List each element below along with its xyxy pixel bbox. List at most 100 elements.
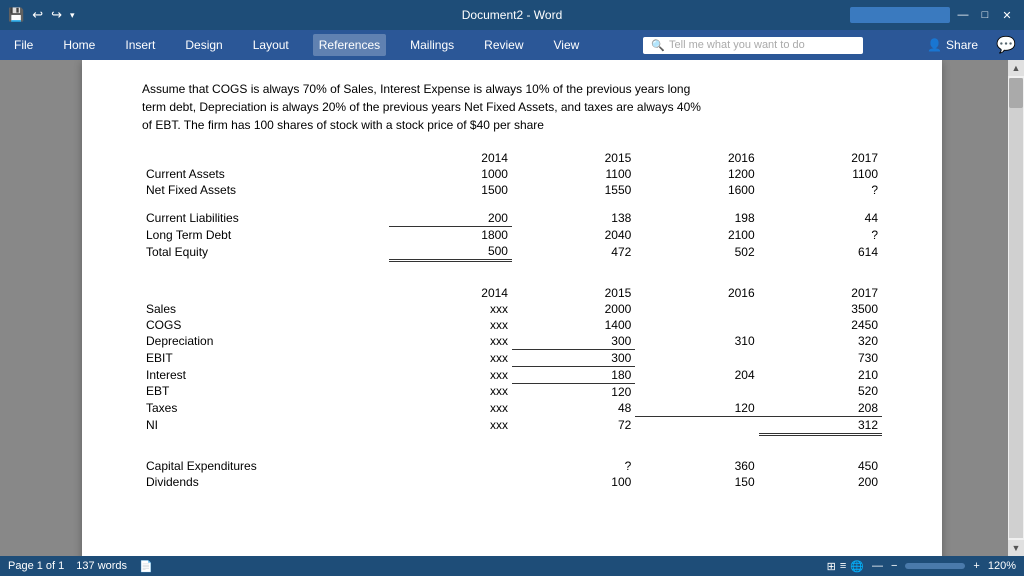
taxes-2017: 208 bbox=[759, 400, 882, 417]
document-area: Assume that COGS is always 70% of Sales,… bbox=[0, 60, 1024, 556]
zoom-slider[interactable] bbox=[905, 563, 965, 569]
bs-year-2015: 2015 bbox=[512, 150, 635, 166]
capex-2014 bbox=[389, 458, 512, 474]
nfa-label: Net Fixed Assets bbox=[142, 182, 389, 198]
depr-2014: xxx bbox=[389, 333, 512, 350]
cogs-label: COGS bbox=[142, 317, 389, 333]
bs-gap2-row bbox=[142, 261, 882, 273]
interest-2015: 180 bbox=[512, 366, 635, 383]
cl-2016: 198 bbox=[635, 210, 758, 227]
taxes-label: Taxes bbox=[142, 400, 389, 417]
is-label-header bbox=[142, 285, 389, 301]
maximize-button[interactable]: □ bbox=[976, 6, 994, 24]
sales-2016 bbox=[635, 301, 758, 317]
ribbon-file[interactable]: File bbox=[8, 34, 39, 56]
ribbon-review[interactable]: Review bbox=[478, 34, 529, 56]
dividends-label: Dividends bbox=[142, 474, 389, 490]
capex-row: Capital Expenditures ? 360 450 bbox=[142, 458, 882, 474]
intro-paragraph: Assume that COGS is always 70% of Sales,… bbox=[142, 80, 882, 134]
div-2014 bbox=[389, 474, 512, 490]
other-table: Capital Expenditures ? 360 450 Dividends… bbox=[142, 458, 882, 490]
capex-2016: 360 bbox=[635, 458, 758, 474]
current-assets-label: Current Assets bbox=[142, 166, 389, 182]
cogs-2017: 2450 bbox=[759, 317, 882, 333]
ca-2015: 1100 bbox=[512, 166, 635, 182]
scroll-down-button[interactable]: ▼ bbox=[1008, 540, 1024, 556]
ribbon-home[interactable]: Home bbox=[57, 34, 101, 56]
customize-icon[interactable]: ▾ bbox=[70, 10, 75, 21]
cogs-row: COGS xxx 1400 2450 bbox=[142, 317, 882, 333]
ni-2014: xxx bbox=[389, 416, 512, 434]
scroll-track bbox=[1009, 78, 1023, 538]
ca-2016: 1200 bbox=[635, 166, 758, 182]
share-label: Share bbox=[946, 38, 978, 52]
ebt-row: EBT xxx 120 520 bbox=[142, 383, 882, 400]
bs-year-header-row: 2014 2015 2016 2017 bbox=[142, 150, 882, 166]
ribbon-insert[interactable]: Insert bbox=[119, 34, 161, 56]
comments-icon[interactable]: 💬 bbox=[996, 35, 1016, 55]
quick-access-toolbar: 💾 ↩ ↪ ▾ bbox=[8, 7, 75, 23]
cogs-2014: xxx bbox=[389, 317, 512, 333]
cl-label: Current Liabilities bbox=[142, 210, 389, 227]
ribbon: File Home Insert Design Layout Reference… bbox=[0, 30, 1024, 60]
intro-line2: term debt, Depreciation is always 20% of… bbox=[142, 100, 701, 114]
ni-row: NI xxx 72 312 bbox=[142, 416, 882, 434]
web-layout-icon[interactable]: 🌐 bbox=[850, 560, 864, 573]
ebit-label: EBIT bbox=[142, 349, 389, 366]
te-2016: 502 bbox=[635, 243, 758, 261]
interest-2014: xxx bbox=[389, 366, 512, 383]
zoom-separator: — bbox=[872, 560, 883, 572]
search-icon: 🔍 bbox=[651, 39, 665, 52]
share-icon: 👤 bbox=[927, 38, 942, 52]
current-liabilities-row: Current Liabilities 200 138 198 44 bbox=[142, 210, 882, 227]
te-2015: 472 bbox=[512, 243, 635, 261]
ltd-2017: ? bbox=[759, 227, 882, 244]
redo-icon[interactable]: ↪ bbox=[51, 7, 62, 23]
scroll-thumb[interactable] bbox=[1009, 78, 1023, 108]
ebit-2017: 730 bbox=[759, 349, 882, 366]
ltd-2015: 2040 bbox=[512, 227, 635, 244]
sales-2015: 2000 bbox=[512, 301, 635, 317]
depr-2017: 320 bbox=[759, 333, 882, 350]
print-layout-icon[interactable]: ⊞ bbox=[827, 560, 836, 573]
close-button[interactable]: ✕ bbox=[998, 6, 1016, 24]
intro-line1: Assume that COGS is always 70% of Sales,… bbox=[142, 82, 690, 96]
dividends-row: Dividends 100 150 200 bbox=[142, 474, 882, 490]
sales-row: Sales xxx 2000 3500 bbox=[142, 301, 882, 317]
status-right-area: ⊞ ≡ 🌐 — − + 120% bbox=[827, 560, 1016, 573]
interest-2016: 204 bbox=[635, 366, 758, 383]
zoom-in-button[interactable]: + bbox=[973, 560, 979, 572]
bs-gap-row bbox=[142, 198, 882, 210]
title-bar: 💾 ↩ ↪ ▾ Document2 - Word — □ ✕ bbox=[0, 0, 1024, 30]
ni-2015: 72 bbox=[512, 416, 635, 434]
share-button[interactable]: 👤 Share bbox=[927, 38, 978, 52]
scroll-up-button[interactable]: ▲ bbox=[1008, 60, 1024, 76]
minimize-button[interactable]: — bbox=[954, 6, 972, 24]
vertical-scrollbar[interactable]: ▲ ▼ bbox=[1008, 60, 1024, 556]
ebit-2016 bbox=[635, 349, 758, 366]
read-mode-icon[interactable]: ≡ bbox=[840, 560, 846, 573]
undo-icon[interactable]: ↩ bbox=[32, 7, 43, 23]
ribbon-view[interactable]: View bbox=[548, 34, 586, 56]
ribbon-layout[interactable]: Layout bbox=[247, 34, 295, 56]
search-box[interactable]: 🔍 Tell me what you want to do bbox=[643, 37, 863, 54]
layout-icons[interactable]: ⊞ ≡ 🌐 bbox=[827, 560, 864, 573]
status-bar: Page 1 of 1 137 words 📄 ⊞ ≡ 🌐 — − + 120% bbox=[0, 556, 1024, 576]
word-count: 137 words bbox=[76, 560, 127, 572]
ribbon-mailings[interactable]: Mailings bbox=[404, 34, 460, 56]
taxes-2015: 48 bbox=[512, 400, 635, 417]
balance-sheet-table: 2014 2015 2016 2017 Current Assets 1000 … bbox=[142, 150, 882, 273]
cogs-2016 bbox=[635, 317, 758, 333]
te-2017: 614 bbox=[759, 243, 882, 261]
ribbon-references[interactable]: References bbox=[313, 34, 386, 56]
nfa-2015: 1550 bbox=[512, 182, 635, 198]
ni-label: NI bbox=[142, 416, 389, 434]
zoom-out-button[interactable]: − bbox=[891, 560, 897, 572]
bs-year-2017: 2017 bbox=[759, 150, 882, 166]
interest-row: Interest xxx 180 204 210 bbox=[142, 366, 882, 383]
depr-2015: 300 bbox=[512, 333, 635, 350]
user-account[interactable] bbox=[850, 7, 950, 23]
save-icon[interactable]: 💾 bbox=[8, 7, 24, 23]
ribbon-design[interactable]: Design bbox=[179, 34, 228, 56]
nfa-2016: 1600 bbox=[635, 182, 758, 198]
